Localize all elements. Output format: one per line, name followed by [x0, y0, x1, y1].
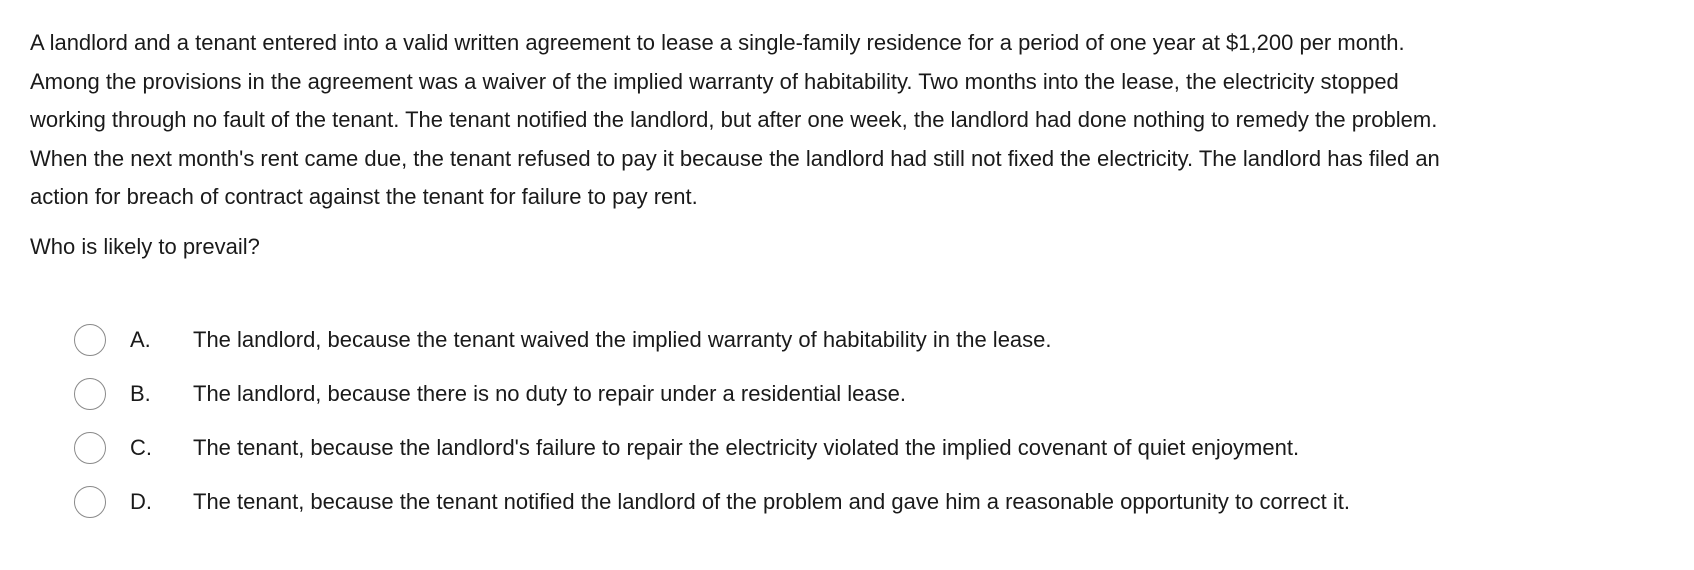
choice-a[interactable]: A. The landlord, because the tenant waiv… — [0, 318, 1694, 362]
question-stem: A landlord and a tenant entered into a v… — [30, 24, 1680, 217]
choice-d[interactable]: D. The tenant, because the tenant notifi… — [0, 480, 1694, 524]
question-page: A landlord and a tenant entered into a v… — [0, 0, 1694, 570]
question-prompt: Who is likely to prevail? — [30, 234, 260, 259]
choice-c[interactable]: C. The tenant, because the landlord's fa… — [0, 426, 1694, 470]
choice-letter: C. — [130, 435, 152, 460]
choice-letter: A. — [130, 327, 151, 352]
choice-text: The landlord, because there is no duty t… — [193, 381, 906, 406]
choice-text: The landlord, because the tenant waived … — [193, 327, 1052, 352]
radio-button-d[interactable] — [74, 486, 106, 518]
choice-text: The tenant, because the tenant notified … — [193, 489, 1350, 514]
choice-letter: D. — [130, 489, 152, 514]
choice-letter: B. — [130, 381, 151, 406]
stem-line: A landlord and a tenant entered into a v… — [30, 30, 1405, 55]
choice-text: The tenant, because the landlord's failu… — [193, 435, 1300, 460]
stem-line: When the next month's rent came due, the… — [30, 145, 1440, 171]
stem-line: action for breach of contract against th… — [30, 184, 698, 209]
radio-button-c[interactable] — [74, 432, 106, 464]
radio-button-a[interactable] — [74, 324, 106, 356]
stem-line: working through no fault of the tenant. … — [30, 107, 1438, 132]
choice-b[interactable]: B. The landlord, because there is no dut… — [0, 372, 1694, 416]
stem-line: Among the provisions in the agreement wa… — [30, 68, 1399, 94]
radio-button-b[interactable] — [74, 378, 106, 410]
